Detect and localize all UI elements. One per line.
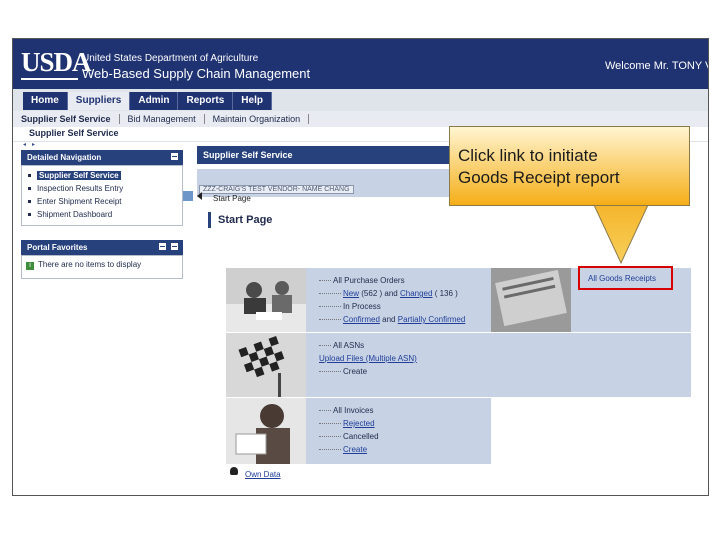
- user-icon: [230, 467, 238, 475]
- minimize-icon[interactable]: [170, 242, 179, 251]
- partially-confirmed-link[interactable]: Partially Confirmed: [398, 315, 466, 324]
- confirmed-link[interactable]: Confirmed: [343, 315, 380, 324]
- nav-tabs: Home Suppliers Admin Reports Help: [23, 92, 272, 110]
- nav-item-shipment-dashboard[interactable]: Shipment Dashboard: [22, 208, 182, 221]
- portal-favorites-body: i There are no items to display: [21, 255, 183, 279]
- all-asns-link[interactable]: All ASNs: [333, 341, 364, 350]
- detailed-navigation-header: Detailed Navigation: [21, 150, 183, 165]
- left-panel: ◂ ▸ Detailed Navigation Supplier Self Se…: [21, 142, 183, 279]
- vendor-band: ZZZ-CRAIG'S TEST VENDOR- NAME CHANG: [197, 169, 455, 197]
- bullet-icon: [28, 213, 31, 217]
- minimize-icon[interactable]: [170, 152, 179, 161]
- tab-admin[interactable]: Admin: [130, 92, 179, 110]
- callout-pointer: [593, 205, 649, 265]
- top-nav: Home Suppliers Admin Reports Help: [13, 89, 708, 112]
- subnav-maintain-organization[interactable]: Maintain Organization: [205, 114, 310, 124]
- invoices-links: All Invoices Rejected Cancelled Create: [319, 404, 379, 456]
- agency-name: United States Department of Agriculture: [82, 53, 259, 64]
- new-link[interactable]: New: [343, 289, 359, 298]
- invoices-tile: All Invoices Rejected Cancelled Create: [226, 398, 491, 465]
- goods-receipts-photo: [491, 268, 571, 332]
- tab-suppliers[interactable]: Suppliers: [67, 92, 131, 110]
- back-arrow-icon[interactable]: [197, 192, 202, 200]
- page-title: Start Page: [208, 212, 480, 228]
- tab-reports[interactable]: Reports: [178, 92, 234, 110]
- upload-files-link[interactable]: Upload Files (Multiple ASN): [319, 354, 417, 363]
- app-title: Web-Based Supply Chain Management: [82, 66, 311, 81]
- bullet-icon: [28, 174, 31, 178]
- callout-line-1: Click link to initiate: [458, 146, 598, 165]
- instruction-callout: Click link to initiate Goods Receipt rep…: [449, 126, 690, 206]
- purchase-orders-photo: [226, 268, 306, 332]
- nav-item-enter-shipment-receipt[interactable]: Enter Shipment Receipt: [22, 195, 182, 208]
- asns-photo: [226, 333, 306, 397]
- breadcrumb-text: Supplier Self Service: [29, 128, 119, 138]
- panel-toggle[interactable]: ◂ ▸: [21, 142, 183, 148]
- invoices-photo: [226, 398, 306, 464]
- tab-home[interactable]: Home: [23, 92, 68, 110]
- all-purchase-orders-link[interactable]: All Purchase Orders: [333, 276, 405, 285]
- in-process-link[interactable]: In Process: [343, 302, 381, 311]
- subnav-supplier-self-service[interactable]: Supplier Self Service: [13, 114, 120, 124]
- subnav-bid-management[interactable]: Bid Management: [120, 114, 205, 124]
- callout-line-2: Goods Receipt report: [458, 168, 620, 187]
- tab-help[interactable]: Help: [233, 92, 272, 110]
- asns-tile: All ASNs Upload Files (Multiple ASN) Cre…: [226, 333, 491, 398]
- detailed-navigation-title: Detailed Navigation: [27, 153, 102, 162]
- page-menu-icon[interactable]: [183, 191, 193, 201]
- portal-favorites-title: Portal Favorites: [27, 243, 88, 252]
- start-page-crumb[interactable]: Start Page: [213, 194, 251, 203]
- nav-item-supplier-self-service[interactable]: Supplier Self Service: [22, 169, 182, 182]
- changed-link[interactable]: Changed: [400, 289, 432, 298]
- purchase-orders-tile: All Purchase Orders New (562 ) and Chang…: [226, 268, 491, 333]
- favorites-menu-icon[interactable]: [158, 242, 167, 251]
- rejected-link[interactable]: Rejected: [343, 419, 375, 428]
- asns-links: All ASNs Upload Files (Multiple ASN) Cre…: [319, 339, 417, 378]
- own-data-link[interactable]: Own Data: [245, 470, 281, 479]
- all-invoices-link[interactable]: All Invoices: [333, 406, 373, 415]
- collapse-left-icon[interactable]: ◂: [23, 142, 26, 148]
- main-panel-header: Supplier Self Service: [197, 146, 455, 164]
- asns-tile-right: [491, 333, 691, 398]
- header-banner: USDA United States Department of Agricul…: [13, 39, 708, 89]
- favorites-empty-text: There are no items to display: [38, 260, 142, 269]
- logo-underline: [21, 78, 78, 80]
- info-icon: i: [26, 262, 34, 270]
- vendor-name-field: ZZZ-CRAIG'S TEST VENDOR- NAME CHANG: [199, 185, 354, 194]
- purchase-orders-links: All Purchase Orders New (562 ) and Chang…: [319, 274, 465, 326]
- portal-favorites-header: Portal Favorites: [21, 240, 183, 255]
- all-goods-receipts-link[interactable]: All Goods Receipts: [578, 266, 673, 290]
- welcome-text: Welcome Mr. TONY V: [605, 60, 709, 72]
- create-invoice-link[interactable]: Create: [343, 445, 367, 454]
- nav-item-inspection-results-entry[interactable]: Inspection Results Entry: [22, 182, 182, 195]
- expand-right-icon[interactable]: ▸: [32, 142, 35, 148]
- bullet-icon: [28, 200, 31, 204]
- usda-logo: USDA: [21, 47, 92, 77]
- create-asn-link[interactable]: Create: [343, 367, 367, 376]
- cancelled-link[interactable]: Cancelled: [343, 432, 379, 441]
- bullet-icon: [28, 187, 31, 191]
- detailed-navigation-list: Supplier Self Service Inspection Results…: [21, 165, 183, 226]
